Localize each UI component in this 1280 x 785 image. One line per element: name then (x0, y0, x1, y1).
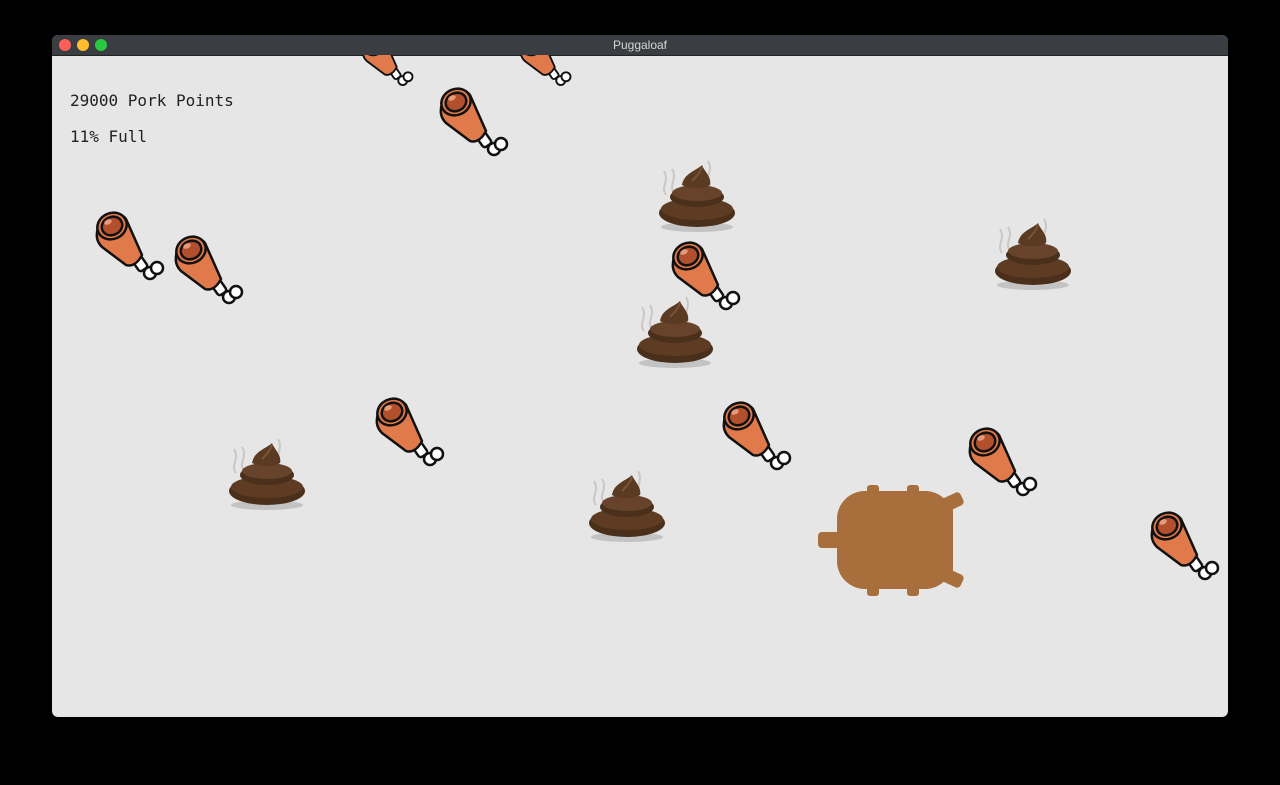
poop-icon (582, 465, 672, 545)
game-canvas[interactable]: 29000 Pork Points 11% Full (52, 55, 1228, 717)
pug-loaf-player-icon[interactable] (817, 483, 967, 598)
ham-leg-icon (717, 397, 795, 477)
score-display: 29000 Pork Points (70, 91, 234, 110)
ham-leg-icon (506, 55, 584, 91)
ham-leg-icon (90, 207, 168, 287)
poop-icon (988, 213, 1078, 293)
poop-icon (652, 155, 742, 235)
ham-leg-icon (348, 55, 426, 91)
ham-leg-icon (169, 231, 247, 311)
ham-leg-icon (963, 423, 1041, 503)
poop-icon (630, 291, 720, 371)
title-bar: Puggaloaf (52, 35, 1228, 56)
ham-leg-icon (370, 393, 448, 473)
poop-icon (222, 433, 312, 513)
window-title: Puggaloaf (612, 38, 668, 52)
ham-leg-icon (434, 83, 512, 163)
ham-leg-icon (1145, 507, 1223, 587)
game-window: Puggaloaf 29000 Pork Points 11% Full (52, 35, 1228, 717)
fullness-display: 11% Full (70, 127, 148, 146)
